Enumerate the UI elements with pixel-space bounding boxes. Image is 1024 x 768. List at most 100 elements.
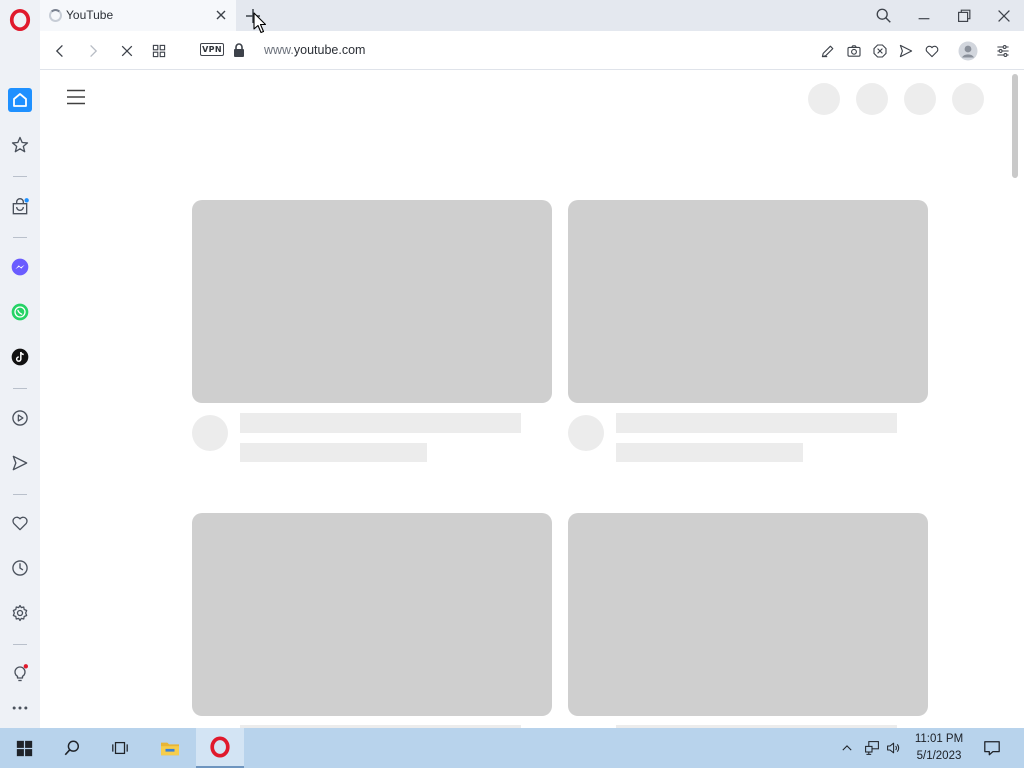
page-content (40, 70, 1024, 728)
opera-logo-icon (9, 9, 31, 31)
tiktok-icon (11, 348, 29, 366)
opera-menu-button[interactable] (7, 7, 33, 33)
video-thumbnail-placeholder[interactable] (568, 200, 928, 403)
url-field[interactable]: www.youtube.com (264, 43, 365, 57)
sidebar-tiktok-button[interactable] (8, 345, 32, 369)
easy-setup-button[interactable] (993, 41, 1013, 61)
opera-taskbar-button[interactable] (196, 728, 244, 768)
search-tabs-button[interactable] (874, 6, 894, 26)
edit-icon (821, 45, 834, 58)
heart-icon (925, 45, 939, 58)
network-icon (865, 741, 879, 755)
send-to-flow-button[interactable] (896, 41, 916, 61)
header-placeholder-circle (904, 83, 936, 115)
adblock-icon (873, 44, 887, 58)
sidebar-separator (13, 644, 27, 645)
sidebar-whatsapp-button[interactable] (8, 300, 32, 324)
video-title-placeholder (240, 413, 521, 433)
sidebar-bookmarks-button[interactable] (8, 133, 32, 157)
send-icon (12, 455, 28, 471)
vpn-badge[interactable]: VPN (200, 43, 224, 56)
snapshot-button[interactable] (844, 41, 864, 61)
minimize-button[interactable] (914, 6, 934, 26)
minimize-icon (918, 18, 930, 20)
file-explorer-icon (161, 742, 179, 756)
close-icon (998, 10, 1010, 22)
volume-icon (887, 742, 900, 754)
add-to-pinboard-button[interactable] (922, 41, 942, 61)
volume-button[interactable] (884, 738, 904, 758)
mouse-cursor-icon (253, 12, 267, 34)
task-view-button[interactable] (96, 728, 144, 768)
tab-overview-button[interactable] (149, 41, 169, 61)
sidebar-send-button[interactable] (8, 451, 32, 475)
notifications-button[interactable] (982, 738, 1002, 758)
file-explorer-button[interactable] (146, 728, 194, 768)
search-icon (876, 8, 891, 23)
tab-youtube[interactable]: YouTube (40, 0, 236, 31)
header-placeholder-circle (856, 83, 888, 115)
shopping-bag-icon (12, 198, 29, 215)
video-thumbnail-placeholder[interactable] (192, 513, 552, 716)
video-thumbnail-placeholder[interactable] (568, 513, 928, 716)
snapshot-edit-button[interactable] (818, 41, 838, 61)
sidebar-history-button[interactable] (8, 556, 32, 580)
taskbar-search-button[interactable] (48, 728, 96, 768)
sidebar-settings-button[interactable] (8, 601, 32, 625)
heart-icon (12, 516, 28, 531)
back-button[interactable] (50, 41, 70, 61)
clock-date: 5/1/2023 (916, 750, 962, 762)
stop-loading-button[interactable] (117, 41, 137, 61)
sidebar-separator (13, 388, 27, 389)
profile-button[interactable] (958, 41, 978, 61)
sidebar-more-button[interactable] (8, 696, 32, 720)
video-meta-placeholder (616, 443, 803, 462)
taskbar-clock[interactable]: 11:01 PM 5/1/2023 (908, 731, 970, 765)
send-icon (899, 44, 913, 58)
opera-icon (210, 736, 230, 758)
more-icon (12, 706, 28, 710)
close-icon[interactable] (214, 8, 228, 22)
forward-button[interactable] (83, 41, 103, 61)
network-button[interactable] (862, 738, 882, 758)
sidebar-separator (13, 237, 27, 238)
opera-sidebar (0, 0, 40, 728)
restore-icon (958, 9, 971, 22)
sidebar-separator (13, 176, 27, 177)
windows-taskbar: 11:01 PM 5/1/2023 (0, 728, 1024, 768)
start-icon (16, 740, 32, 756)
tab-title: YouTube (66, 8, 114, 22)
clock-time: 11:01 PM (914, 733, 964, 745)
messenger-icon (11, 258, 29, 276)
search-icon (64, 740, 80, 756)
task-view-icon (112, 741, 128, 755)
video-thumbnail-placeholder[interactable] (192, 200, 552, 403)
sidebar-messenger-button[interactable] (8, 255, 32, 279)
chevron-up-icon (842, 745, 852, 751)
channel-avatar-placeholder (568, 415, 604, 451)
sidebar-shopping-button[interactable] (8, 195, 32, 219)
sidebar-home-button[interactable] (8, 88, 32, 112)
chevron-left-icon (55, 44, 63, 58)
sidebar-separator (13, 494, 27, 495)
sidebar-player-button[interactable] (8, 406, 32, 430)
grid-icon (152, 44, 166, 58)
hamburger-menu-icon[interactable] (66, 89, 86, 105)
scrollbar-thumb[interactable] (1012, 74, 1018, 178)
close-window-button[interactable] (994, 6, 1014, 26)
video-meta-placeholder (240, 443, 427, 462)
header-placeholder-circle (808, 83, 840, 115)
adblock-button[interactable] (870, 41, 890, 61)
sidebar-tips-button[interactable] (8, 661, 32, 685)
sidebar-pinboards-button[interactable] (8, 511, 32, 535)
show-hidden-icons-button[interactable] (837, 738, 857, 758)
notification-icon (984, 741, 1000, 756)
star-icon (11, 136, 29, 153)
whatsapp-icon (11, 303, 29, 321)
start-button[interactable] (0, 728, 48, 768)
restore-button[interactable] (954, 6, 974, 26)
lock-icon[interactable] (232, 42, 246, 58)
player-icon (12, 410, 28, 426)
settings-icon (12, 604, 28, 622)
channel-avatar-placeholder (192, 415, 228, 451)
